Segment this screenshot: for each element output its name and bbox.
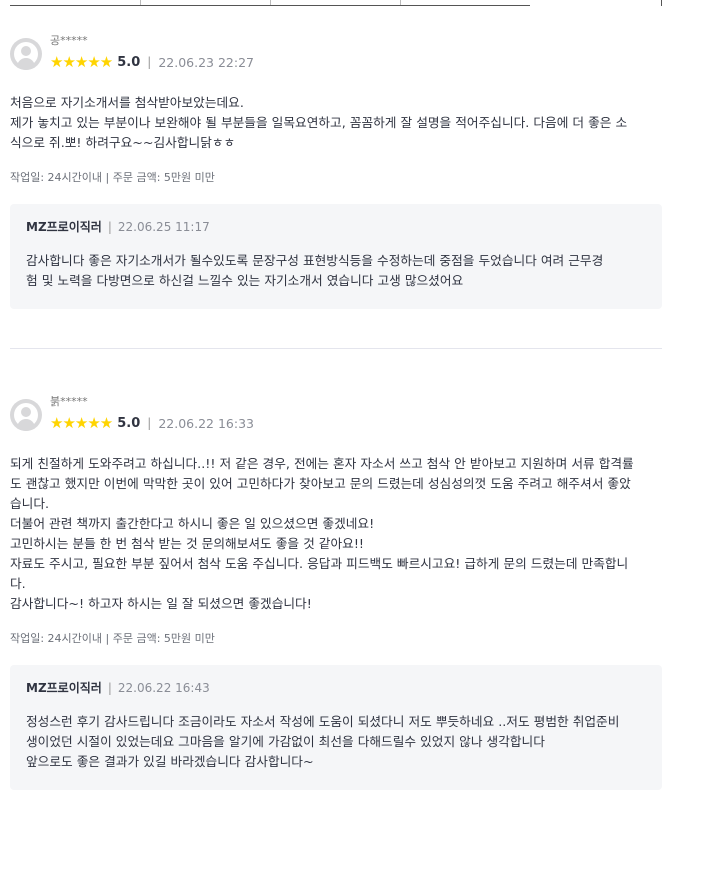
review-divider xyxy=(10,348,662,349)
reply-header: MZ프로이직러 | 22.06.22 16:43 xyxy=(26,679,646,696)
seller-reply: MZ프로이직러 | 22.06.22 16:43 정성스런 후기 감사드립니다 … xyxy=(10,665,662,790)
review-line: 식으로 쥐.뽀! 하려구요~~김사합니닭ㅎㅎ xyxy=(10,135,236,150)
table-row-border xyxy=(10,0,530,6)
review-header: 붉***** ★★★★★ 5.0 | 22.06.22 16:33 xyxy=(10,393,662,437)
reply-line: 험 및 노력을 다방면으로 하신걸 느낄수 있는 자기소개서 였습니다 고생 많… xyxy=(26,273,464,288)
review-item: 공***** ★★★★★ 5.0 | 22.06.23 22:27 처음으로 자… xyxy=(10,32,662,309)
reply-date: 22.06.25 11:17 xyxy=(117,219,210,234)
reply-author: MZ프로이직러 xyxy=(26,220,102,234)
review-line: 습니다. xyxy=(10,496,50,511)
reply-line: 감사합니다 좋은 자기소개서가 될수있도록 문장구성 표현방식등을 수정하는데 … xyxy=(26,253,604,268)
review-line: 도 괜찮고 했지만 이번에 막막한 곳이 있어 고민하다가 찾아보고 문의 드렸… xyxy=(10,476,631,491)
review-text: 처음으로 자기소개서를 첨삭받아보았는데요. 제가 놓치고 있는 부분이나 보완… xyxy=(10,93,662,153)
meta-separator: | xyxy=(107,680,112,695)
review-meta: ★★★★★ 5.0 | 22.06.23 22:27 xyxy=(50,53,254,71)
reply-line: 생이었던 시절이 있었는데요 그마음을 알기에 가감없이 최선을 다해드릴수 있… xyxy=(26,734,545,749)
reply-date: 22.06.22 16:43 xyxy=(117,680,210,695)
avatar xyxy=(10,399,42,431)
reply-text: 감사합니다 좋은 자기소개서가 될수있도록 문장구성 표현방식등을 수정하는데 … xyxy=(26,251,646,291)
review-header: 공***** ★★★★★ 5.0 | 22.06.23 22:27 xyxy=(10,32,662,76)
review-text: 되게 친절하게 도와주려고 하십니다..!! 저 같은 경우, 전에는 혼자 자… xyxy=(10,454,662,614)
seller-reply: MZ프로이직러 | 22.06.25 11:17 감사합니다 좋은 자기소개서가… xyxy=(10,204,662,309)
review-line: 제가 놓치고 있는 부분이나 보완해야 될 부분들을 일목요연하고, 꼼꼼하게 … xyxy=(10,115,628,130)
star-rating-icon: ★★★★★ xyxy=(50,53,113,71)
review-item: 붉***** ★★★★★ 5.0 | 22.06.22 16:33 되게 친절하… xyxy=(10,393,662,790)
work-info: 작업일: 24시간이내 | 주문 금액: 5만원 미만 xyxy=(10,171,215,184)
review-date: 22.06.23 22:27 xyxy=(158,54,254,70)
meta-separator: | xyxy=(107,219,112,234)
rating-score: 5.0 xyxy=(117,415,141,431)
reply-header: MZ프로이직러 | 22.06.25 11:17 xyxy=(26,218,646,235)
avatar xyxy=(10,38,42,70)
rating-score: 5.0 xyxy=(117,54,141,70)
reply-author: MZ프로이직러 xyxy=(26,681,102,695)
reviewer-name: 붉***** xyxy=(50,395,88,408)
review-line: 자료도 주시고, 필요한 부분 짚어서 첨삭 도움 주십니다. 응답과 피드백도… xyxy=(10,556,629,571)
meta-separator: | xyxy=(147,55,152,69)
reply-line: 앞으로도 좋은 결과가 있길 바라겠습니다 감사합니다~ xyxy=(26,754,314,769)
review-meta: ★★★★★ 5.0 | 22.06.22 16:33 xyxy=(50,414,254,432)
review-line: 다. xyxy=(10,576,26,591)
table-bottom-edge xyxy=(0,0,706,8)
table-right-border xyxy=(661,0,662,6)
review-line: 고민하시는 분들 한 번 첨삭 받는 것 문의해보셔도 좋을 것 같아요!! xyxy=(10,536,364,551)
review-line: 처음으로 자기소개서를 첨삭받아보았는데요. xyxy=(10,95,244,110)
table-cell-divider xyxy=(400,0,401,5)
work-info: 작업일: 24시간이내 | 주문 금액: 5만원 미만 xyxy=(10,632,215,645)
star-rating-icon: ★★★★★ xyxy=(50,414,113,432)
table-cell-divider xyxy=(140,0,141,5)
table-cell-divider xyxy=(270,0,271,5)
review-line: 감사합니다~! 하고자 하시는 일 잘 되셨으면 좋겠습니다! xyxy=(10,596,312,611)
meta-separator: | xyxy=(147,416,152,430)
review-date: 22.06.22 16:33 xyxy=(158,415,254,431)
review-line: 되게 친절하게 도와주려고 하십니다..!! 저 같은 경우, 전에는 혼자 자… xyxy=(10,456,634,471)
reply-line: 정성스런 후기 감사드립니다 조금이라도 자소서 작성에 도움이 되셨다니 저도… xyxy=(26,714,620,729)
reviewer-name: 공***** xyxy=(50,34,88,47)
review-line: 더불어 관련 책까지 출간한다고 하시니 좋은 일 있으셨으면 좋겠네요! xyxy=(10,516,375,531)
reply-text: 정성스런 후기 감사드립니다 조금이라도 자소서 작성에 도움이 되셨다니 저도… xyxy=(26,712,646,772)
